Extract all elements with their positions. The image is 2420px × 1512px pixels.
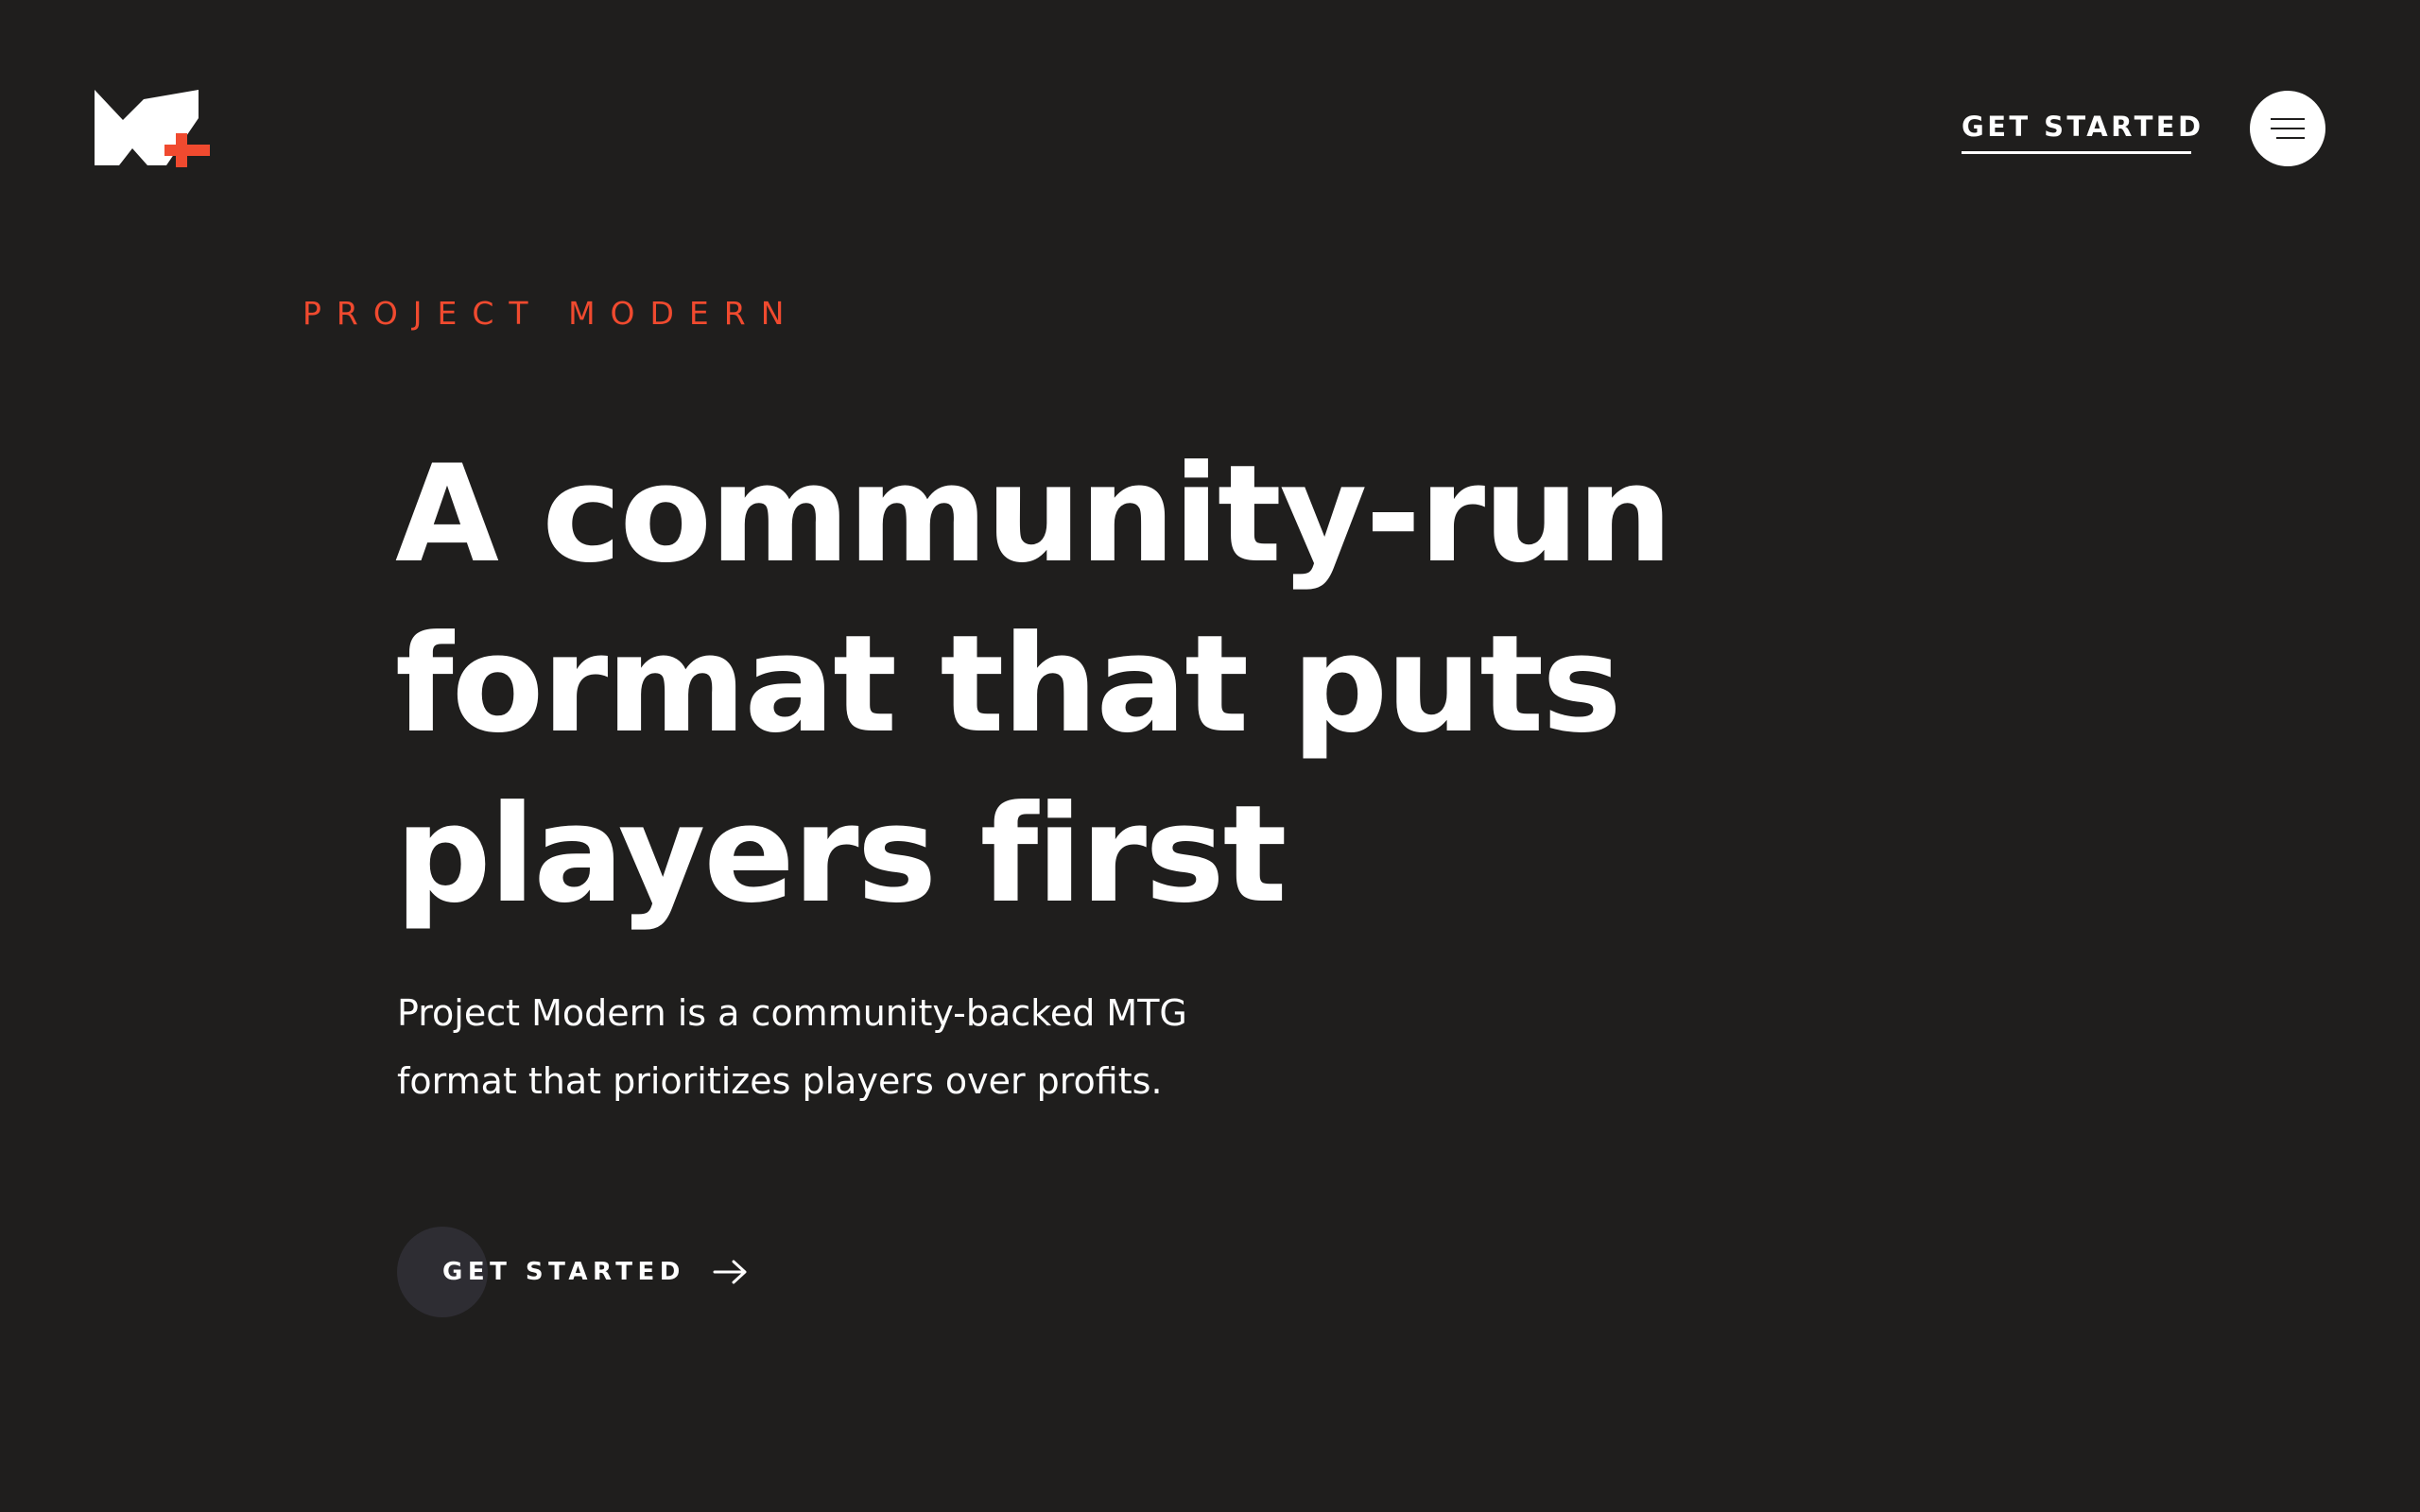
hero-headline-line: players first	[395, 777, 1288, 933]
hero-headline-line: A community-run	[395, 437, 1672, 593]
hamburger-menu-icon	[2271, 118, 2305, 139]
hero-description: Project Modern is a community-backed MTG…	[397, 979, 1437, 1115]
hero-get-started-button[interactable]: GET STARTED	[397, 1227, 775, 1317]
hero-cta-label: GET STARTED	[442, 1258, 685, 1286]
hero-headline-line: format that puts	[395, 607, 1622, 763]
hero-description-line: format that prioritizes players over pro…	[397, 1060, 1163, 1102]
header-get-started-link[interactable]: GET STARTED	[1962, 110, 2204, 144]
hero-eyebrow: PROJECT MODERN	[302, 295, 800, 332]
site-logo[interactable]	[93, 90, 212, 167]
m-plus-logo-icon	[95, 90, 210, 167]
hero-headline: A community-run format that puts players…	[395, 430, 1908, 940]
hero-description-line: Project Modern is a community-backed MTG	[397, 992, 1187, 1034]
menu-button[interactable]	[2250, 91, 2325, 166]
arrow-right-icon	[713, 1260, 747, 1284]
header-get-started-underline	[1962, 151, 2191, 154]
